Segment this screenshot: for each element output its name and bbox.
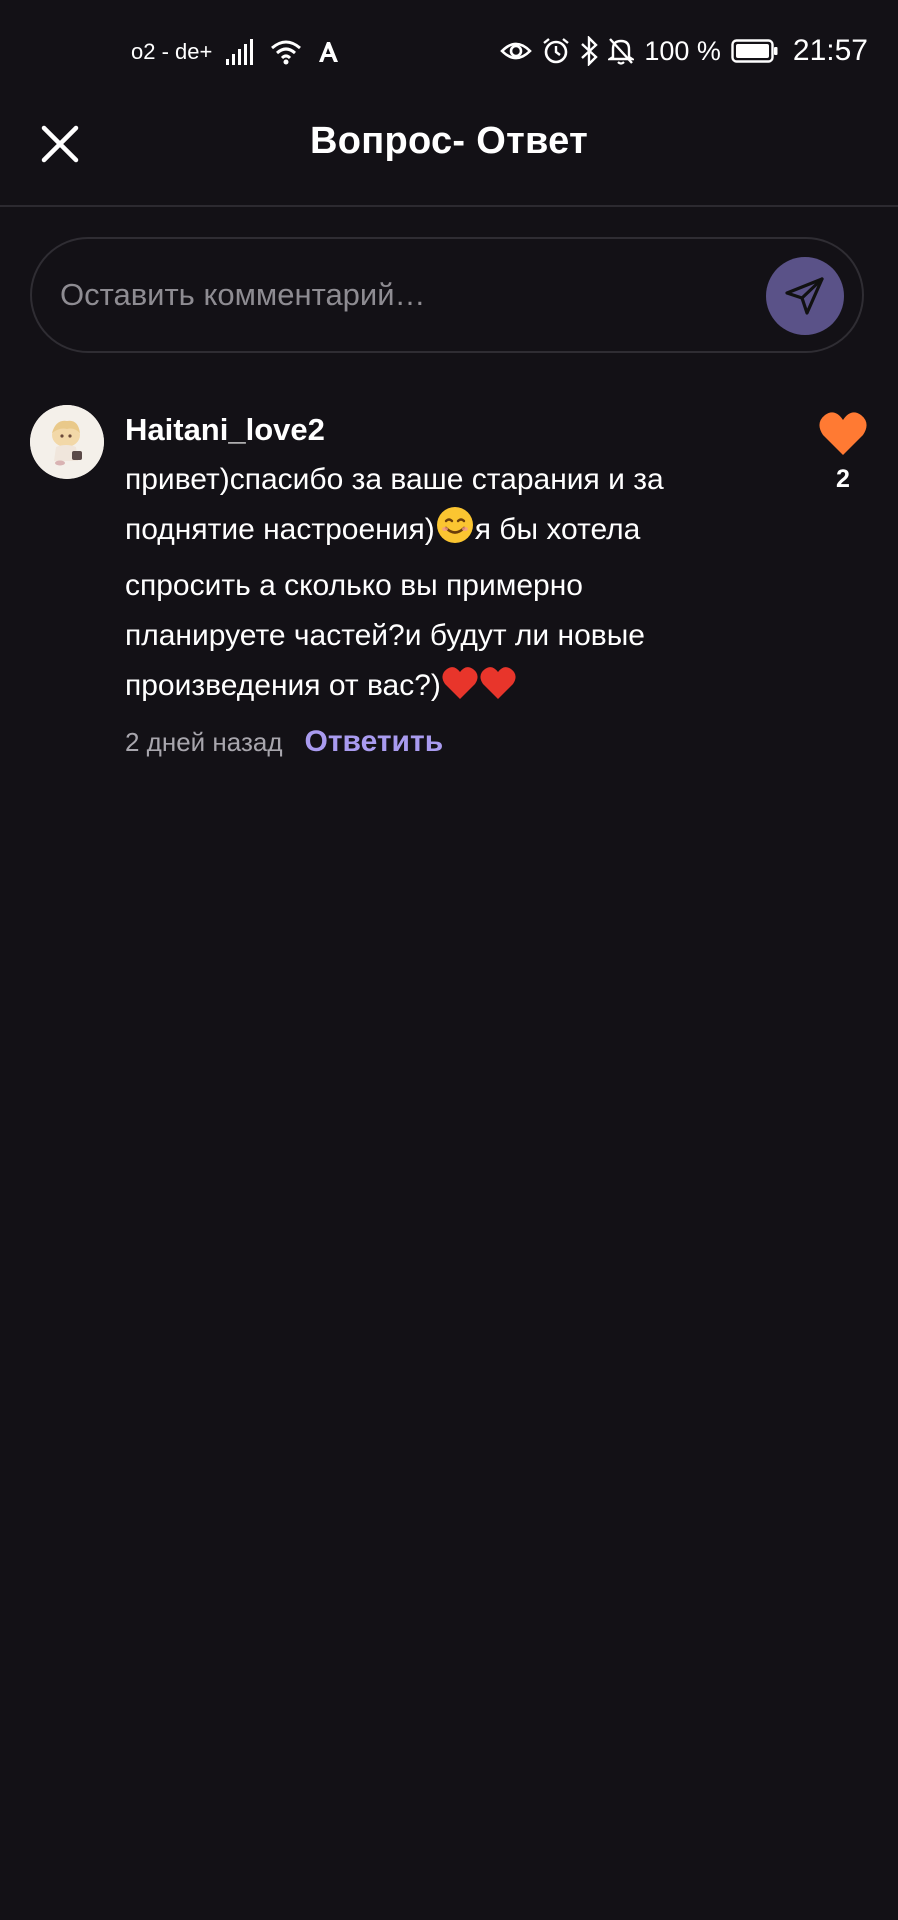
comment-text: привет)спасибо за ваше старания и за под… (125, 455, 745, 717)
like-count: 2 (836, 465, 850, 493)
username[interactable]: Haitani_love2 (125, 405, 745, 455)
status-bar: o2 - de+ 100 % 21:57 (0, 0, 898, 100)
heart-icon[interactable] (818, 411, 868, 457)
page-title: Вопрос- Ответ (309, 120, 589, 162)
status-bar-left: o2 - de+ (131, 34, 340, 70)
smiling-face-emoji (435, 505, 475, 561)
header: Вопрос- Ответ (0, 100, 898, 207)
battery-percent: 100 % (644, 35, 721, 66)
signal-icon (226, 39, 256, 65)
red-heart-emoji (479, 665, 517, 717)
eye-icon (500, 39, 533, 63)
red-heart-emoji (441, 665, 479, 717)
wifi-icon (270, 39, 302, 65)
send-button[interactable] (766, 257, 844, 335)
like-container: 2 (818, 411, 868, 494)
battery-icon (731, 39, 779, 63)
carrier-label: o2 - de+ (131, 39, 213, 64)
timestamp: 2 дней назад (125, 726, 283, 757)
bluetooth-icon (580, 36, 599, 66)
status-bar-right: 100 % 21:57 (500, 30, 868, 72)
reply-button[interactable]: Ответить (305, 725, 444, 759)
clock: 21:57 (792, 34, 868, 67)
send-icon (785, 277, 824, 315)
comment-input[interactable] (60, 239, 760, 351)
comment-input-container (30, 237, 864, 353)
autofill-icon (316, 40, 340, 64)
comment-meta: 2 дней назад Ответить (125, 725, 745, 759)
bell-off-icon (608, 37, 635, 65)
avatar[interactable] (30, 405, 104, 479)
comment-body: Haitani_love2 привет)спасибо за ваше ста… (125, 405, 745, 759)
alarm-icon (542, 37, 570, 65)
